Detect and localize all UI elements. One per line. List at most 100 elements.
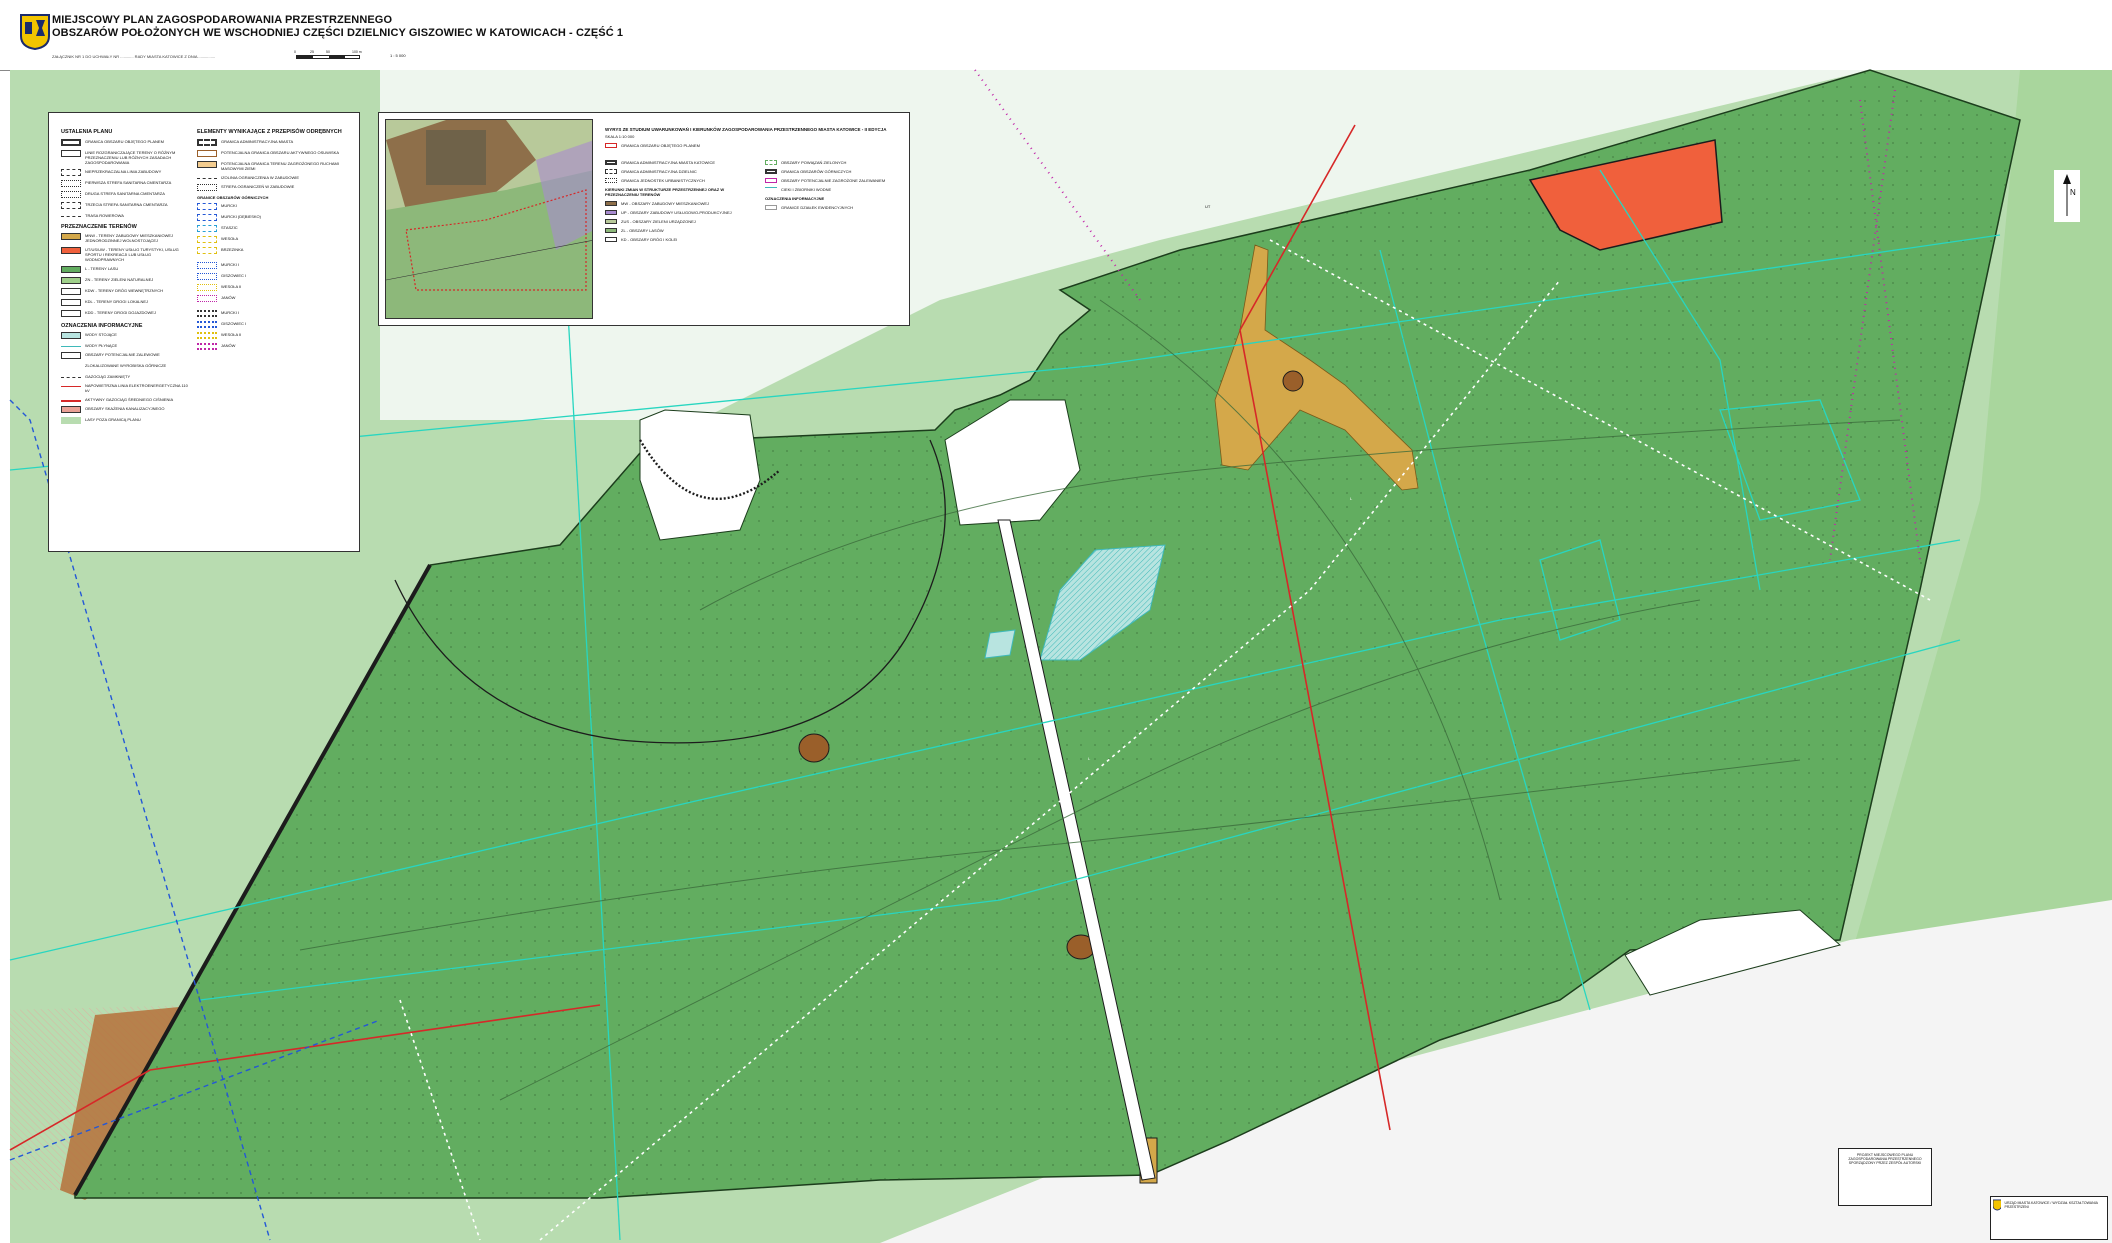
legend-item: AKTYWNY GAZOCIĄG ŚREDNIEGO CIŚNIENIA [61, 397, 191, 402]
title-block-row: URZĄD MIASTA KATOWICE / WYDZIAŁ KSZTAŁTO… [1993, 1199, 2105, 1211]
legend-text: NAPOWIETRZNA LINIA ELEKTROENERGETYCZNA 1… [85, 383, 188, 393]
legend-text: DRUGA STREFA SANITARNA CMENTARZA [85, 191, 165, 196]
study-item: GRANICA OBSZARÓW GÓRNICZYCH [765, 169, 905, 174]
swatch [605, 228, 617, 233]
study-text-item: OBSZARY POTENCJALNIE ZAGROŻONE ZALEWANIE… [781, 178, 886, 183]
study-item: CIEKI I ZBIORNIKI WODNE [765, 187, 905, 192]
legend-text: OBSZARY SKAŻENIA KANALIZACYJNEGO [85, 406, 165, 411]
legend-text: POTENCJALNA GRANICA TERENU ZAGROŻONEGO R… [221, 161, 339, 171]
legend-item: IZOLINIA OGRANICZENIA W ZABUDOWIE [197, 175, 347, 180]
study-inset-map[interactable] [385, 119, 593, 319]
study-item: GRANICA ADMINISTRACYJNA MIASTA KATOWICE [605, 160, 745, 165]
study-text-item: GRANICA OBSZARÓW GÓRNICZYCH [781, 169, 852, 174]
legend-item: JANÓW [197, 295, 347, 302]
study-item: GRANICA ADMINISTRACYJNA DZIELNIC [605, 169, 745, 174]
study-item: GRANICA OBSZARU OBJĘTEGO PLANEM [605, 143, 905, 148]
study-text-item: KD - OBSZARY DRÓG I KOLEI [621, 237, 678, 242]
legend-item: BRZEZINKA [197, 247, 347, 254]
legend-item: DRUGA STREFA SANITARNA CMENTARZA [61, 191, 191, 198]
legend-text: LASY POZA GRANICĄ PLANU [85, 417, 141, 422]
legend-text: UT/US/UW - TERENY USŁUG TURYSTYKI, USŁUG… [85, 247, 179, 262]
swatch [197, 247, 217, 254]
area-label: L [1350, 496, 1353, 501]
cemetery-marker [1282, 370, 1304, 392]
swatch [61, 310, 81, 317]
study-item: ZUS - OBSZARY ZIELENI URZĄDZONEJ [605, 219, 745, 224]
study-text-item: GRANICA OBSZARU OBJĘTEGO PLANEM [621, 143, 700, 148]
legend-item: MURCKI [197, 203, 347, 210]
swatch [605, 219, 617, 224]
legend-item: POTENCJALNA GRANICA TERENU ZAGROŻONEGO R… [197, 161, 347, 171]
swatch [765, 178, 777, 183]
study-item: OBSZARY POWIĄZAŃ ZIELONYCH [765, 160, 905, 165]
legend-item: STREFA OGRANICZEŃ W ZABUDOWIE [197, 184, 347, 191]
legend-col-right: ELEMENTY WYNIKAJĄCE Z PRZEPISÓW ODRĘBNYC… [197, 129, 347, 354]
legend-text: KDL - TERENY DROGI LOKALNEJ [85, 299, 149, 304]
study-text-item: GRANICA ADMINISTRACYJNA DZIELNIC [621, 169, 697, 174]
swatch [605, 210, 617, 215]
legend-item: WESOŁA II [197, 284, 347, 291]
study-item: KD - OBSZARY DRÓG I KOLEI [605, 237, 745, 242]
swatch [197, 284, 217, 291]
study-excerpt-panel: WYRYS ZE STUDIUM UWARUNKOWAŃ I KIERUNKÓW… [378, 112, 910, 326]
study-subheading: KIERUNKI ZMIAN W STRUKTURZE PRZESTRZENNE… [605, 187, 725, 197]
legend-text: NIEPRZEKRACZALNA LINIA ZABUDOWY [85, 169, 162, 174]
swatch [61, 191, 81, 198]
swatch [61, 377, 81, 378]
swatch [61, 406, 81, 413]
legend-item: LINIE ROZGRANICZAJĄCE TERENY O RÓŻNYM PR… [61, 150, 191, 165]
north-arrow: N [2054, 170, 2080, 222]
swatch [61, 352, 81, 359]
legend-item: GISZOWIEC I [197, 273, 347, 280]
swatch [197, 203, 217, 210]
swatch [765, 187, 777, 192]
swatch [197, 332, 217, 339]
study-text-item: ZL - OBSZARY LASÓW [621, 228, 664, 233]
swatch [61, 233, 81, 240]
swatch [605, 169, 617, 174]
legend-text: BRZEZINKA [221, 247, 244, 252]
legend-item: TRASA ROWEROWA [61, 213, 191, 218]
legend-item: ZN - TERENY ZIELENI NATURALNEJ [61, 277, 191, 284]
legend-text: GRANICA OBSZARU OBJĘTEGO PLANEM [85, 139, 164, 144]
swatch [197, 161, 217, 168]
swatch [61, 400, 81, 402]
legend-item: NIEPRZEKRACZALNA LINIA ZABUDOWY [61, 169, 191, 176]
swatch [197, 310, 217, 317]
north-label: N [2070, 188, 2076, 197]
legend-text: KDD - TERENY DROGI DOJAZDOWEJ [85, 310, 156, 315]
legend-item: NAPOWIETRZNA LINIA ELEKTROENERGETYCZNA 1… [61, 383, 191, 393]
legend-item: TRZECIA STREFA SANITARNA CMENTARZA [61, 202, 191, 209]
study-item: GRANICA JEDNOSTEK URBANISTYCZNYCH [605, 178, 745, 183]
study-text-item: GRANICE DZIAŁEK EWIDENCYJNYCH [781, 205, 854, 210]
inset-map-image [386, 120, 592, 318]
swatch [197, 343, 217, 350]
swatch [197, 295, 217, 302]
study-title: WYRYS ZE STUDIUM UWARUNKOWAŃ I KIERUNKÓW… [605, 127, 887, 132]
legend-text: PIERWSZA STREFA SANITARNA CMENTARZA [85, 180, 172, 185]
swatch [197, 178, 217, 179]
legend-text: WESOŁA [221, 236, 239, 241]
legend-text: WESOŁA II [221, 332, 242, 337]
swatch [197, 139, 217, 146]
legend-text: MURCKI (DĘBIESKO) [221, 214, 262, 219]
approval-stamp: PROJEKT MIEJSCOWEGO PLANU ZAGOSPODAROWAN… [1838, 1148, 1932, 1206]
legend-text: OBSZARY POTENCJALNIE ZALEWOWE [85, 352, 160, 357]
swatch [765, 205, 777, 210]
legend-text: GISZOWIEC I [221, 273, 247, 278]
enclave-north [639, 409, 761, 541]
study-col-right: OBSZARY POWIĄZAŃ ZIELONYCH GRANICA OBSZA… [765, 156, 905, 246]
study-item: UP - OBSZARY ZABUDOWY USŁUGOWO-PRODUKCYJ… [605, 210, 745, 215]
swatch [197, 214, 217, 221]
swatch [765, 160, 777, 165]
swatch [61, 180, 81, 187]
swatch [61, 266, 81, 273]
legend-item: KDD - TERENY DROGI DOJAZDOWEJ [61, 310, 191, 317]
swatch [61, 299, 81, 306]
swatch [61, 288, 81, 295]
study-text-item: GRANICA JEDNOSTEK URBANISTYCZNYCH [621, 178, 705, 183]
legend-section-elements: ELEMENTY WYNIKAJĄCE Z PRZEPISÓW ODRĘBNYC… [197, 129, 342, 135]
legend-item: MURCKI I [197, 262, 347, 269]
legend-text: POTENCJALNA GRANICA OBSZARU AKTYWNEGO OS… [221, 150, 340, 155]
legend-text: STREFA OGRANICZEŃ W ZABUDOWIE [221, 184, 295, 189]
